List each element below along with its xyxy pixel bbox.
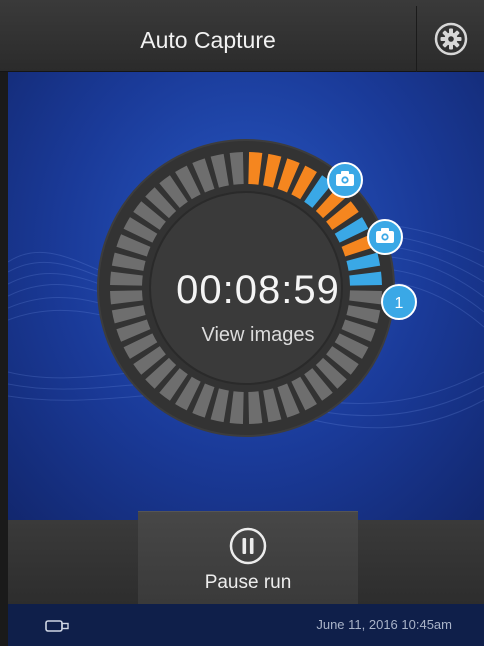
pause-icon xyxy=(229,527,267,565)
pause-run-button[interactable]: Pause run xyxy=(138,511,358,604)
settings-button[interactable] xyxy=(416,6,484,72)
page-title: Auto Capture xyxy=(140,27,276,53)
camera-marker-2[interactable] xyxy=(367,219,403,255)
camera-marker-1[interactable] xyxy=(327,162,363,198)
gear-icon xyxy=(434,22,467,56)
status-datetime: June 11, 2016 10:45am xyxy=(316,617,452,632)
elapsed-time: 00:08:59 xyxy=(176,268,340,312)
status-bar: June 11, 2016 10:45am xyxy=(8,604,484,646)
bottom-bar: Pause run xyxy=(8,511,484,604)
auto-capture-screen: Auto Capture 1 00:08:59 View images Paus… xyxy=(0,0,484,646)
count-badge: 1 xyxy=(395,295,404,312)
header: Auto Capture xyxy=(0,0,484,72)
view-images-link[interactable]: View images xyxy=(158,324,358,347)
usb-drive-icon xyxy=(45,620,69,632)
count-marker[interactable]: 1 xyxy=(381,284,417,320)
pause-run-label: Pause run xyxy=(204,572,292,593)
capture-dial-area: 1 00:08:59 View images xyxy=(8,72,484,520)
